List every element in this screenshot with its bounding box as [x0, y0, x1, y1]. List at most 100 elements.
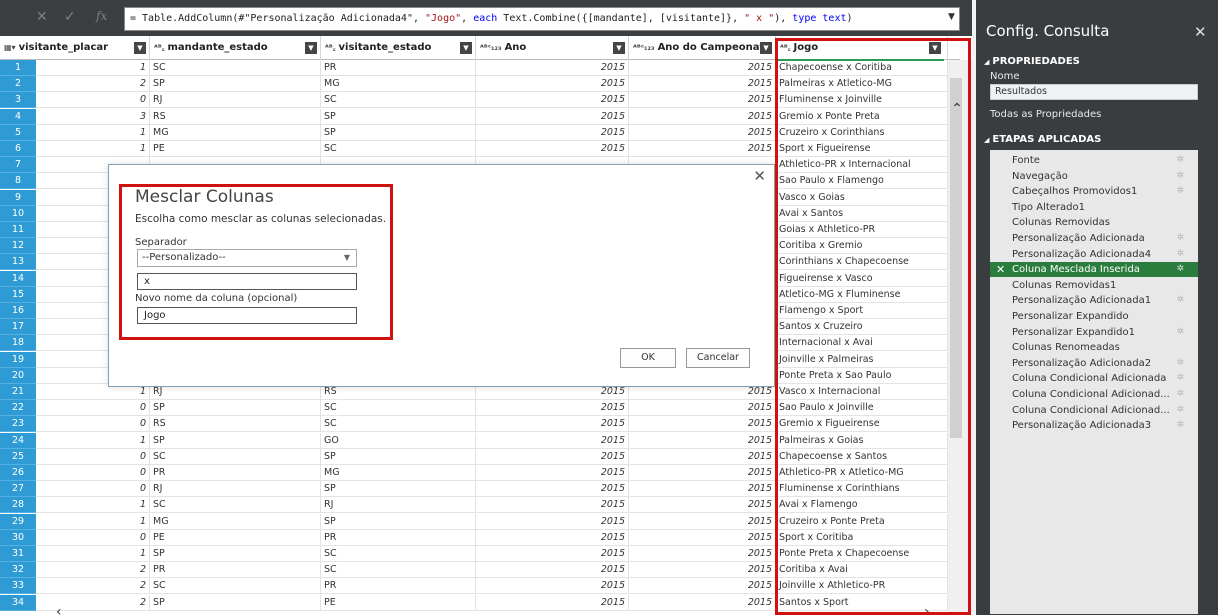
- table-row[interactable]: 24 1 SP GO 2015 2015 Palmeiras x Goias: [0, 432, 960, 449]
- gear-icon[interactable]: ✲: [1176, 403, 1184, 418]
- column-header-mandante-estado[interactable]: ᴬᴮ꜀ mandante_estado ▼: [150, 36, 321, 60]
- text-type-icon[interactable]: ᴬᴮ꜀: [325, 36, 336, 60]
- applied-step[interactable]: Personalizar Expandido: [990, 309, 1198, 324]
- cell-ano[interactable]: 2015: [476, 465, 629, 481]
- scroll-left-icon[interactable]: ‹: [56, 604, 62, 615]
- cell-placar[interactable]: 2: [36, 562, 150, 579]
- row-number[interactable]: 6: [0, 141, 36, 157]
- cell-camp[interactable]: 2015: [629, 497, 776, 514]
- cell-mand[interactable]: MG: [150, 124, 321, 141]
- cell-ano[interactable]: 2015: [476, 481, 629, 498]
- applied-step[interactable]: Coluna Condicional Adicionada ✲: [990, 371, 1198, 386]
- row-number[interactable]: 18: [0, 335, 36, 352]
- cell-jogo[interactable]: Santos x Cruzeiro: [776, 319, 948, 336]
- cell-vis[interactable]: MG: [321, 465, 476, 481]
- cell-camp[interactable]: 2015: [629, 432, 776, 449]
- cell-vis[interactable]: PR: [321, 578, 476, 595]
- properties-heading[interactable]: ◢ PROPRIEDADES: [984, 56, 1080, 67]
- row-number[interactable]: 3: [0, 92, 36, 109]
- delete-step-icon[interactable]: ✕: [996, 262, 1005, 277]
- applied-step[interactable]: Coluna Condicional Adicionad... ✲: [990, 387, 1198, 402]
- scrollbar-thumb[interactable]: [950, 78, 962, 438]
- cell-placar[interactable]: 2: [36, 578, 150, 595]
- row-number[interactable]: 12: [0, 238, 36, 255]
- gear-icon[interactable]: ✲: [1176, 418, 1184, 433]
- cell-jogo[interactable]: Avai x Santos: [776, 205, 948, 222]
- cell-placar[interactable]: 0: [36, 465, 150, 481]
- cell-vis[interactable]: PE: [321, 594, 476, 611]
- cell-mand[interactable]: PE: [150, 141, 321, 157]
- row-number[interactable]: 24: [0, 432, 36, 449]
- cell-vis[interactable]: SC: [321, 546, 476, 562]
- gear-icon[interactable]: ✲: [1176, 153, 1184, 168]
- cell-ano[interactable]: 2015: [476, 513, 629, 530]
- cell-jogo[interactable]: Joinville x Palmeiras: [776, 351, 948, 368]
- cell-jogo[interactable]: Palmeiras x Atletico-MG: [776, 76, 948, 93]
- applied-step[interactable]: Personalização Adicionada3 ✲: [990, 418, 1198, 433]
- applied-step[interactable]: ✕ Coluna Mesclada Inserida ✲: [990, 262, 1198, 278]
- cell-camp[interactable]: 2015: [629, 76, 776, 93]
- row-number[interactable]: 13: [0, 254, 36, 271]
- column-filter-icon[interactable]: ▼: [305, 42, 317, 54]
- cell-jogo[interactable]: Figueirense x Vasco: [776, 270, 948, 287]
- cell-jogo[interactable]: Coritiba x Avai: [776, 562, 948, 579]
- row-number[interactable]: 9: [0, 189, 36, 206]
- all-properties-link[interactable]: Todas as Propriedades: [990, 109, 1101, 120]
- table-row[interactable]: 5 1 MG SP 2015 2015 Cruzeiro x Corinthians: [0, 124, 960, 141]
- ok-button[interactable]: OK: [620, 348, 676, 368]
- table-row[interactable]: 32 2 PR SC 2015 2015 Coritiba x Avai: [0, 562, 960, 579]
- new-column-name-input[interactable]: Jogo: [137, 307, 357, 324]
- cell-vis[interactable]: PR: [321, 529, 476, 546]
- cell-vis[interactable]: SC: [321, 416, 476, 433]
- cell-mand[interactable]: RJ: [150, 92, 321, 109]
- cell-camp[interactable]: 2015: [629, 513, 776, 530]
- applied-step[interactable]: Coluna Condicional Adicionad... ✲: [990, 403, 1198, 418]
- table-row[interactable]: 23 0 RS SC 2015 2015 Gremio x Figueirense: [0, 416, 960, 433]
- cell-jogo[interactable]: Cruzeiro x Corinthians: [776, 124, 948, 141]
- row-number[interactable]: 2: [0, 76, 36, 93]
- gear-icon[interactable]: ✲: [1176, 371, 1184, 386]
- row-number[interactable]: 26: [0, 465, 36, 481]
- cell-jogo[interactable]: Joinville x Athletico-PR: [776, 578, 948, 595]
- cell-mand[interactable]: RS: [150, 108, 321, 125]
- gear-icon[interactable]: ✲: [1176, 262, 1184, 277]
- table-row[interactable]: 25 0 SC SP 2015 2015 Chapecoense x Santos: [0, 448, 960, 465]
- table-menu-icon[interactable]: ▦▾: [4, 36, 16, 60]
- cell-camp[interactable]: 2015: [629, 416, 776, 433]
- cell-mand[interactable]: SP: [150, 76, 321, 93]
- cell-camp[interactable]: 2015: [629, 124, 776, 141]
- cell-camp[interactable]: 2015: [629, 400, 776, 417]
- row-number[interactable]: 4: [0, 108, 36, 125]
- separator-select[interactable]: --Personalizado-- ▼: [137, 249, 357, 267]
- cell-ano[interactable]: 2015: [476, 448, 629, 465]
- cell-jogo[interactable]: Sao Paulo x Flamengo: [776, 173, 948, 190]
- cell-vis[interactable]: MG: [321, 76, 476, 93]
- row-number[interactable]: 20: [0, 367, 36, 384]
- close-icon[interactable]: ✕: [753, 167, 766, 185]
- column-filter-icon[interactable]: ▼: [134, 42, 146, 54]
- cell-ano[interactable]: 2015: [476, 432, 629, 449]
- applied-step[interactable]: Personalização Adicionada ✲: [990, 231, 1198, 246]
- cell-mand[interactable]: PR: [150, 465, 321, 481]
- cell-ano[interactable]: 2015: [476, 562, 629, 579]
- cell-jogo[interactable]: Palmeiras x Goias: [776, 432, 948, 449]
- cell-placar[interactable]: 1: [36, 141, 150, 157]
- column-filter-icon[interactable]: ▼: [460, 42, 472, 54]
- cell-jogo[interactable]: Sport x Figueirense: [776, 141, 948, 157]
- cell-vis[interactable]: SP: [321, 481, 476, 498]
- table-row[interactable]: 31 1 SP SC 2015 2015 Ponte Preta x Chapecoense: [0, 546, 960, 562]
- row-number[interactable]: 33: [0, 578, 36, 595]
- cell-jogo[interactable]: Internacional x Avai: [776, 335, 948, 352]
- column-header-visitante-estado[interactable]: ᴬᴮ꜀ visitante_estado ▼: [321, 36, 476, 60]
- row-number[interactable]: 28: [0, 497, 36, 514]
- gear-icon[interactable]: ✲: [1176, 247, 1184, 262]
- row-number[interactable]: 7: [0, 157, 36, 174]
- cell-vis[interactable]: SC: [321, 141, 476, 157]
- cell-jogo[interactable]: Flamengo x Sport: [776, 303, 948, 319]
- row-number[interactable]: 8: [0, 173, 36, 190]
- cell-mand[interactable]: SP: [150, 400, 321, 417]
- cell-jogo[interactable]: Sao Paulo x Joinville: [776, 400, 948, 417]
- cell-mand[interactable]: SC: [150, 497, 321, 514]
- cell-placar[interactable]: 0: [36, 448, 150, 465]
- column-filter-icon[interactable]: ▼: [929, 42, 941, 54]
